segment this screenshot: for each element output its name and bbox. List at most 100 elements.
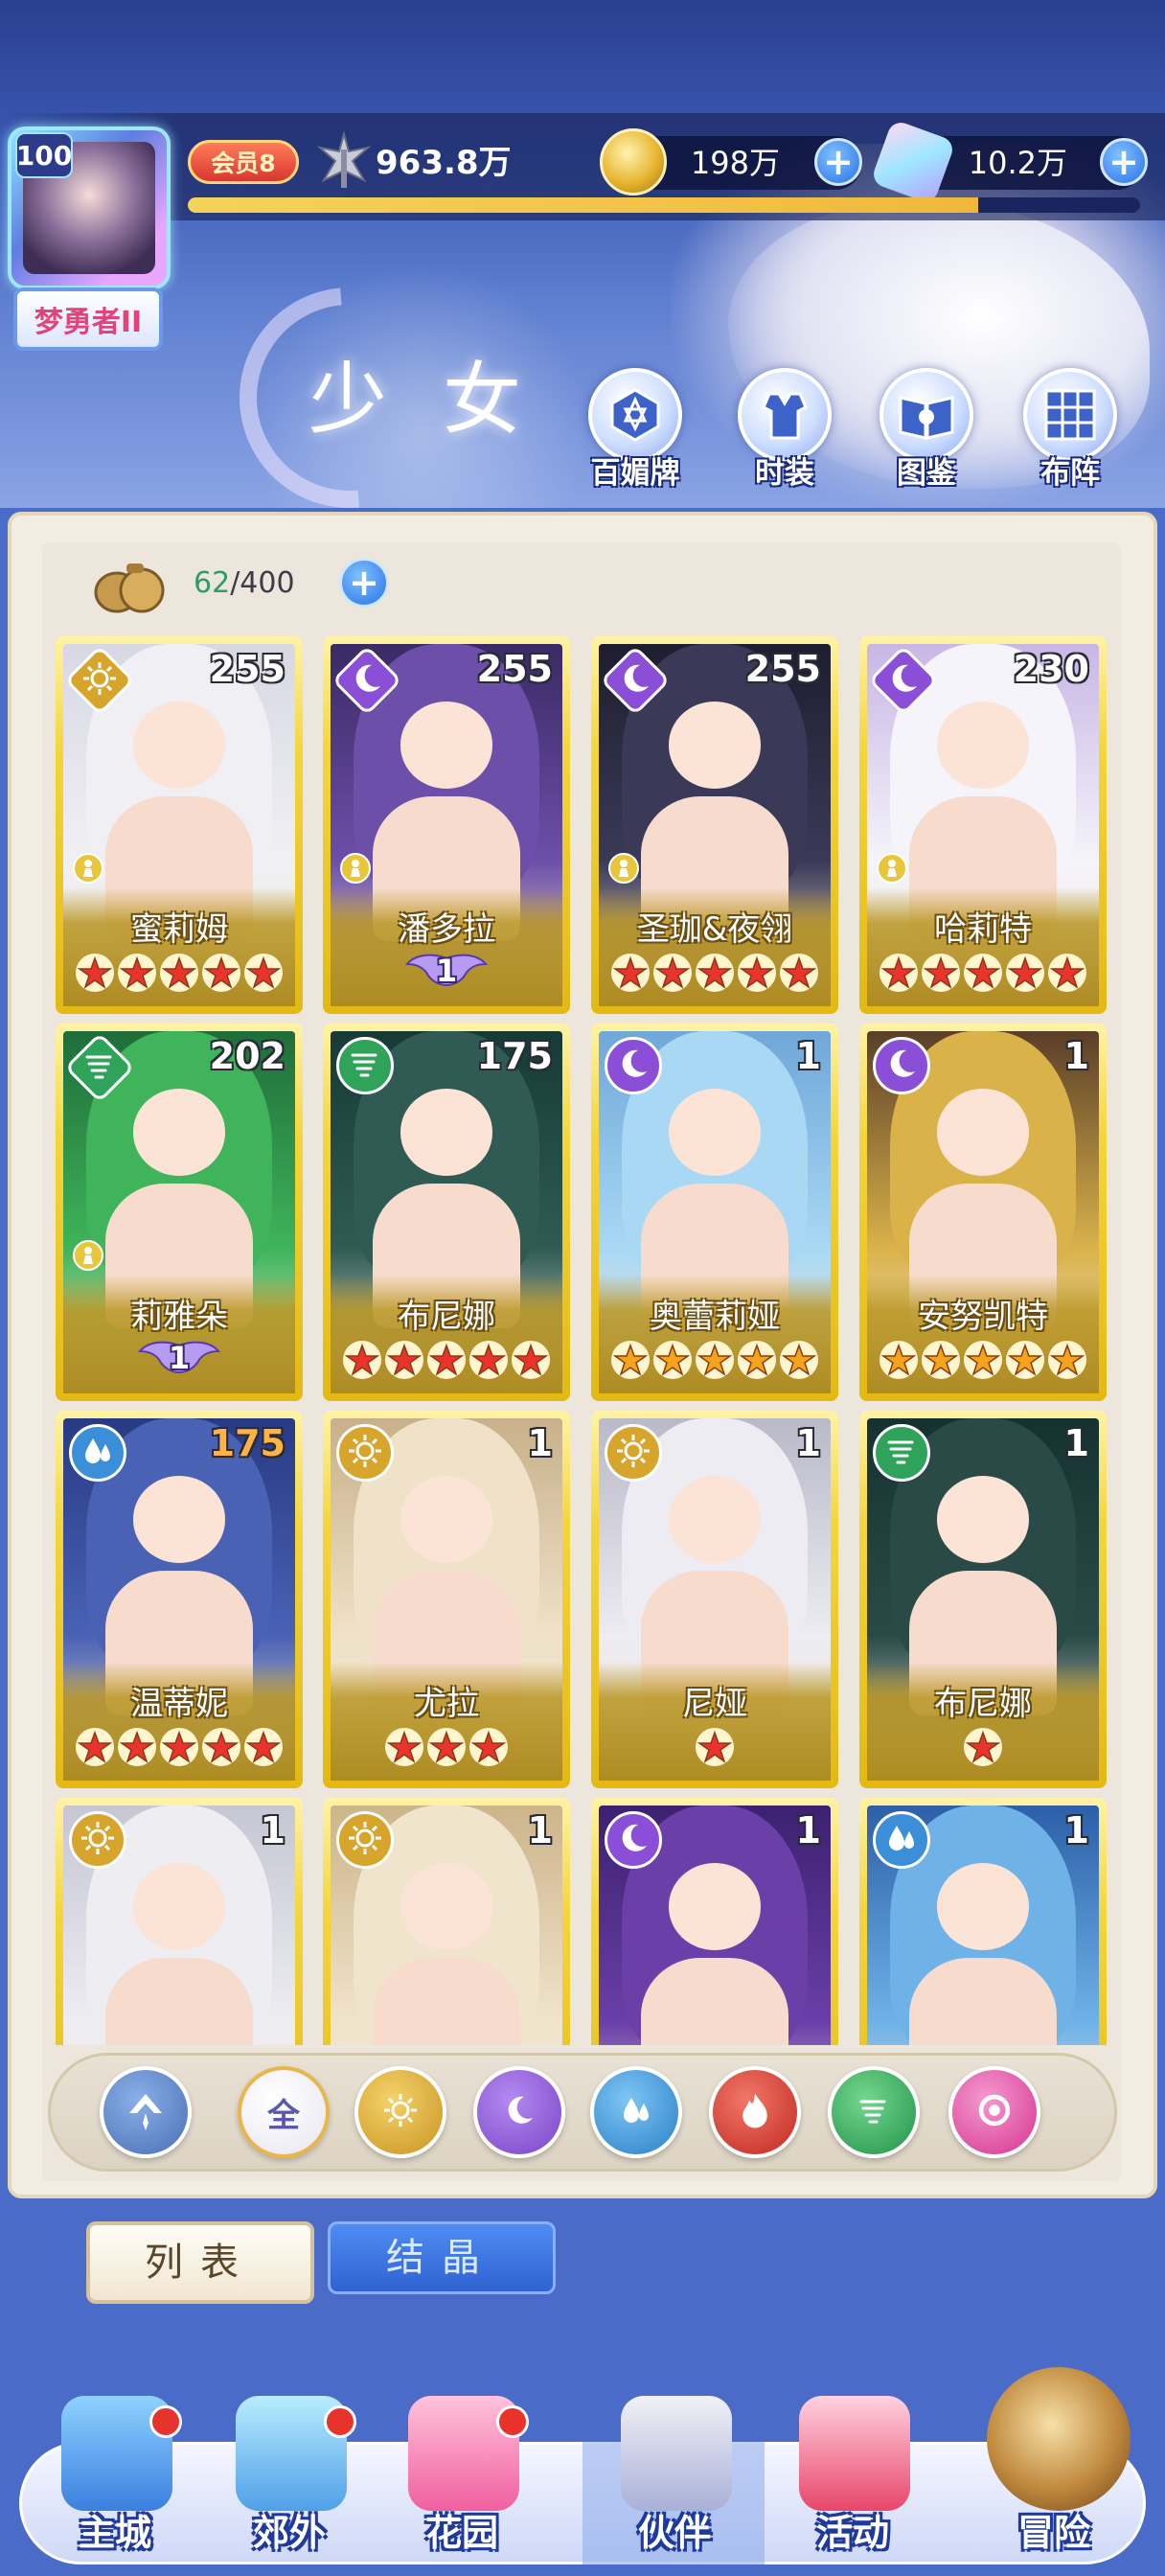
star-icon xyxy=(75,953,115,993)
portrait-face xyxy=(132,702,226,790)
character-card[interactable]: 1 xyxy=(591,1798,838,2045)
character-card[interactable]: 175 布尼娜 xyxy=(323,1024,570,1401)
card-name: 奥蕾莉娅 xyxy=(650,1298,780,1336)
tab-list[interactable]: 列表 xyxy=(86,2221,314,2304)
card-level: 255 xyxy=(209,648,286,690)
player-title-badge[interactable]: 梦勇者II xyxy=(13,288,163,351)
character-card[interactable]: 1 尤拉 xyxy=(323,1411,570,1788)
light-element-icon xyxy=(336,1424,394,1482)
star-rating xyxy=(331,1340,562,1382)
filter-all-button[interactable]: 全 xyxy=(238,2066,330,2158)
notification-dot-icon xyxy=(496,2405,529,2438)
star-icon xyxy=(243,1727,284,1767)
filter-light-button[interactable] xyxy=(354,2066,446,2158)
star-icon xyxy=(610,1340,651,1380)
experience-bar xyxy=(188,197,1140,213)
character-card[interactable]: 1 布尼娜 xyxy=(859,1411,1107,1788)
filter-dark-button[interactable] xyxy=(473,2066,565,2158)
portrait-face xyxy=(400,1863,493,1951)
portrait-face xyxy=(936,702,1030,790)
filter-sort-button[interactable] xyxy=(100,2066,192,2158)
card-name: 布尼娜 xyxy=(934,1685,1032,1723)
nav-adventure[interactable]: 冒险 xyxy=(968,2367,1140,2564)
element-glyph xyxy=(615,1433,651,1473)
character-card[interactable]: 1 安努凯特 xyxy=(859,1024,1107,1401)
star-icon xyxy=(963,953,1003,993)
card-level: 175 xyxy=(476,1035,553,1077)
character-card[interactable]: 255 潘多拉 1 xyxy=(323,636,570,1014)
portrait-face xyxy=(668,1089,762,1177)
character-card[interactable]: 1 xyxy=(56,1798,303,2045)
nav-garden[interactable]: 花园 xyxy=(376,2396,548,2564)
top-button-shizhuang[interactable]: 时装 xyxy=(720,364,845,491)
portrait-body xyxy=(104,1957,254,2045)
top-button-label: 图鉴 xyxy=(897,456,956,491)
add-gem-button[interactable]: + xyxy=(1100,138,1148,186)
filter-spirit-button[interactable] xyxy=(948,2066,1040,2158)
nav-events[interactable]: 活动 xyxy=(766,2396,939,2564)
card-level: 255 xyxy=(744,648,821,690)
card-level: 1 xyxy=(1063,1809,1089,1852)
portrait-face xyxy=(936,1476,1030,1564)
star-icon xyxy=(1005,953,1045,993)
compass-icon xyxy=(987,2367,1131,2511)
character-card[interactable]: 230 哈莉特 xyxy=(859,636,1107,1014)
add-gold-button[interactable]: + xyxy=(814,138,862,186)
star-rating xyxy=(867,1727,1099,1769)
tab-crystal[interactable]: 结晶 xyxy=(328,2221,556,2294)
character-card[interactable]: 1 尼娅 xyxy=(591,1411,838,1788)
dark-element-icon xyxy=(873,1037,930,1094)
star-rating xyxy=(599,953,831,995)
formation-pawn-icon xyxy=(877,853,907,884)
vip-badge[interactable]: 会员8 xyxy=(188,140,299,184)
card-name: 蜜莉姆 xyxy=(130,910,228,949)
nav-label: 冒险 xyxy=(1017,2512,1090,2554)
card-level: 1 xyxy=(795,1035,821,1077)
portrait-face xyxy=(400,1089,493,1177)
card-name: 温蒂妮 xyxy=(130,1685,228,1723)
star-icon xyxy=(610,953,651,993)
card-level: 1 xyxy=(795,1422,821,1464)
star-icon xyxy=(384,1340,424,1380)
element-glyph xyxy=(615,1820,651,1860)
card-level: 202 xyxy=(209,1035,286,1077)
top-button-baimeipai[interactable]: 百媚牌 xyxy=(571,364,696,491)
star-icon xyxy=(695,1727,735,1767)
star-icon xyxy=(511,1340,551,1380)
nav-main-city[interactable]: 主城 xyxy=(29,2396,201,2564)
filter-water-button[interactable] xyxy=(590,2066,682,2158)
character-card[interactable]: 1 xyxy=(323,1798,570,2045)
light-element-icon xyxy=(336,1811,394,1869)
character-card[interactable]: 1 奥蕾莉娅 xyxy=(591,1024,838,1401)
card-name: 潘多拉 xyxy=(398,910,495,949)
character-card[interactable]: 175 温蒂妮 xyxy=(56,1411,303,1788)
portrait-face xyxy=(668,1863,762,1951)
wind-element-icon xyxy=(336,1037,394,1094)
filter-fire-button[interactable] xyxy=(709,2066,801,2158)
character-card[interactable]: 1 xyxy=(859,1798,1107,2045)
top-button-tujian[interactable]: 图鉴 xyxy=(862,364,987,491)
awaken-level: 1 xyxy=(435,953,458,989)
dark-filter-icon xyxy=(501,2092,537,2132)
star-icon xyxy=(117,953,157,993)
star-icon xyxy=(695,1340,735,1380)
character-card[interactable]: 255 蜜莉姆 xyxy=(56,636,303,1014)
element-glyph xyxy=(347,1433,383,1473)
nav-partners[interactable]: 伙伴 xyxy=(588,2396,761,2564)
star-rating xyxy=(867,953,1099,995)
expand-bag-button[interactable]: + xyxy=(339,558,389,608)
nav-outskirts[interactable]: 郊外 xyxy=(203,2396,376,2564)
character-card[interactable]: 255 圣珈&夜翎 xyxy=(591,636,838,1014)
star-icon xyxy=(879,953,919,993)
gold-coin-icon xyxy=(600,128,667,196)
element-glyph xyxy=(883,1820,920,1860)
character-card-grid: 255 蜜莉姆 255 潘多拉 1 255 圣珈&夜翎 230 哈莉特 202 莉雅朵 1 175 布尼娜… xyxy=(56,636,1119,2045)
filter-wind-button[interactable] xyxy=(828,2066,920,2158)
bag-max-count: /400 xyxy=(230,566,295,600)
star-icon xyxy=(342,1340,382,1380)
character-card[interactable]: 202 莉雅朵 1 xyxy=(56,1024,303,1401)
top-button-buzhen[interactable]: 布阵 xyxy=(1006,364,1131,491)
card-level: 1 xyxy=(1063,1035,1089,1077)
star-icon xyxy=(384,1727,424,1767)
star-rating xyxy=(63,1727,295,1769)
